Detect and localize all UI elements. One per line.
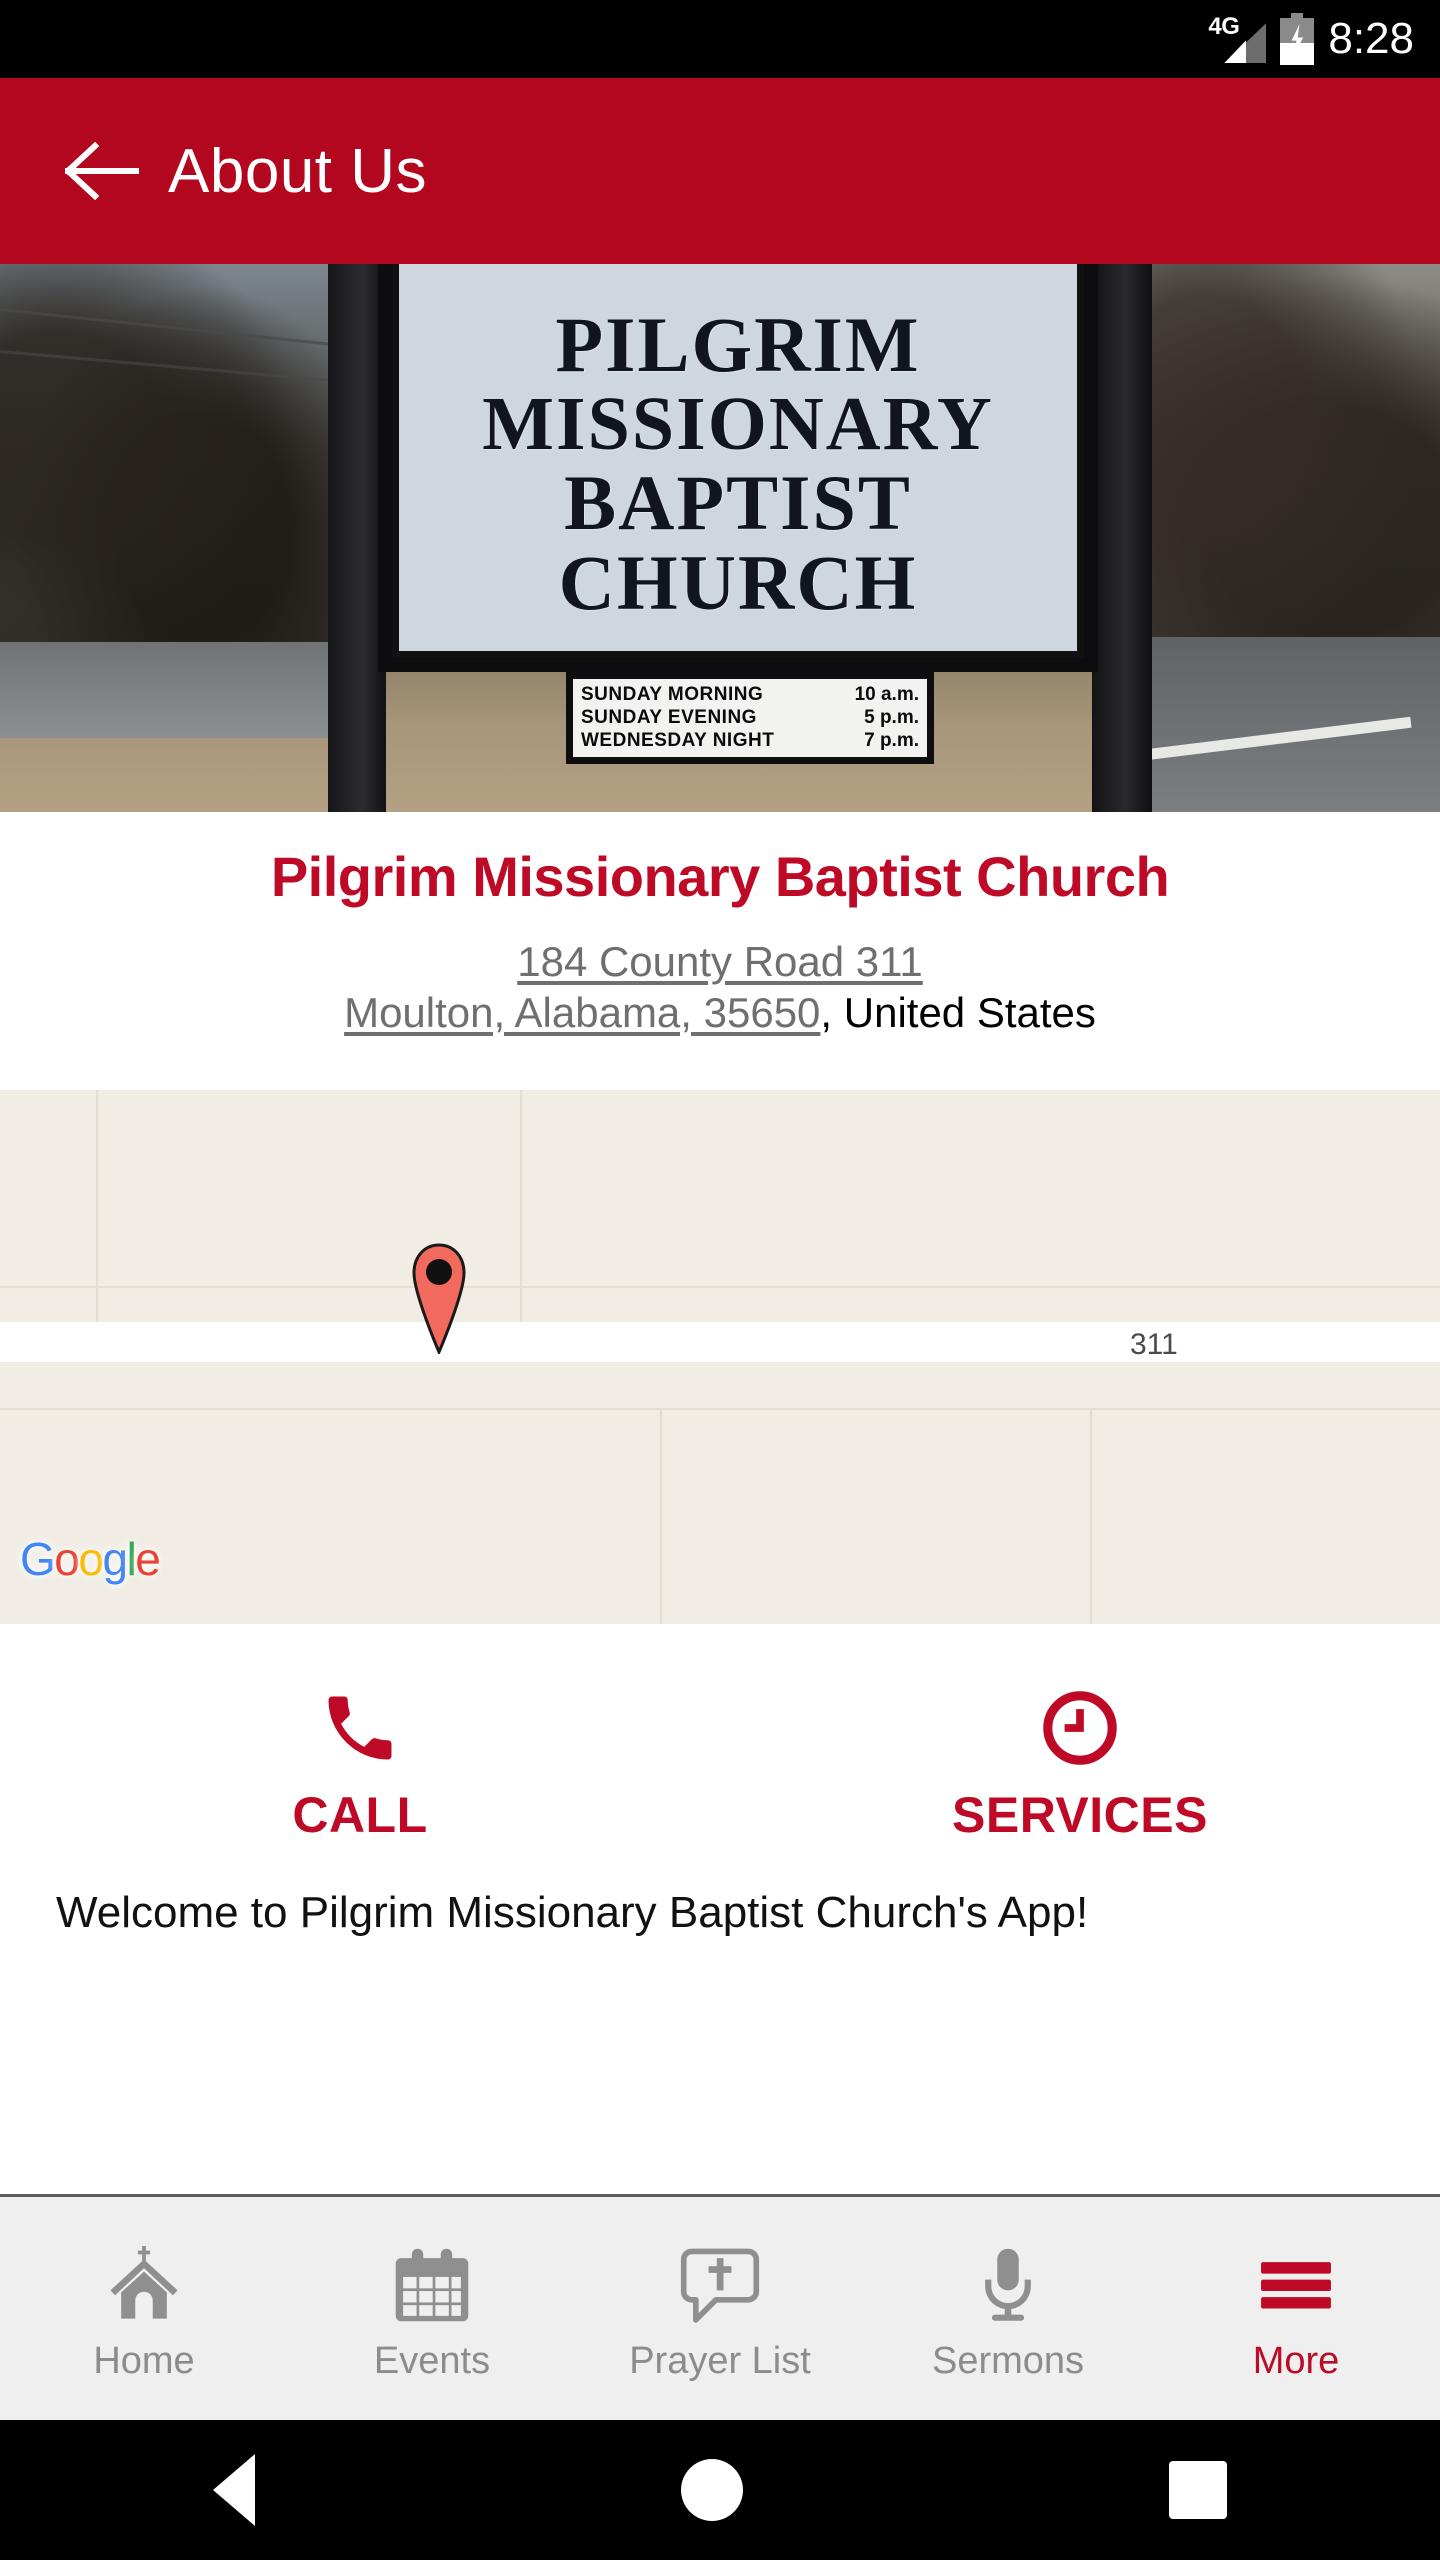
- service-time-label: SUNDAY MORNING: [581, 684, 764, 705]
- service-time-value: 5 p.m.: [864, 707, 919, 728]
- tab-events-label: Events: [373, 2340, 491, 2382]
- welcome-message: Welcome to Pilgrim Missionary Baptist Ch…: [56, 1888, 1089, 1937]
- tab-home[interactable]: Home: [0, 2197, 288, 2420]
- calendar-icon: [395, 2248, 469, 2322]
- map-road: [0, 1322, 1440, 1362]
- tab-more[interactable]: More: [1152, 2197, 1440, 2420]
- sign-board: PILGRIM MISSIONARY BAPTIST CHURCH: [378, 264, 1098, 672]
- google-logo: Google: [20, 1533, 161, 1585]
- battery-charging-icon: [1280, 13, 1315, 65]
- address-city-state-zip-link[interactable]: Moulton, Alabama, 35650: [344, 989, 820, 1036]
- arrow-left-icon: [65, 141, 139, 201]
- android-back-button[interactable]: [213, 2454, 255, 2526]
- clock-icon: [1043, 1691, 1117, 1765]
- action-buttons-row: CALL SERVICES: [0, 1624, 1440, 1884]
- signal-bars-fill: [1224, 40, 1247, 63]
- signal-strength-icon: 4G: [1208, 13, 1267, 65]
- tab-sermons[interactable]: Sermons: [864, 2197, 1152, 2420]
- tab-prayer-list-label: Prayer List: [629, 2340, 811, 2382]
- tab-sermons-label: Sermons: [931, 2340, 1085, 2382]
- address-street-link[interactable]: 184 County Road 311: [517, 938, 923, 985]
- prayer-bubble-icon: [680, 2248, 760, 2323]
- status-bar-clock: 8:28: [1328, 14, 1414, 63]
- address-country: , United States: [820, 988, 1096, 1036]
- page-title: About Us: [168, 136, 428, 206]
- android-home-button[interactable]: [681, 2459, 743, 2521]
- church-address: 184 County Road 311 Moulton, Alabama, 35…: [0, 936, 1440, 1038]
- services-button[interactable]: SERVICES: [720, 1624, 1440, 1884]
- church-icon: [110, 2246, 178, 2319]
- sign-text-line-4: CHURCH: [558, 539, 918, 626]
- service-time-row: SUNDAY EVENING 5 p.m.: [581, 707, 919, 729]
- service-times-face: SUNDAY MORNING 10 a.m. SUNDAY EVENING 5 …: [570, 676, 930, 760]
- app-screen: 4G 8:28 About Us PILGRIM MISSIONARY BAPT…: [0, 0, 1440, 2560]
- phone-icon: [328, 1696, 392, 1760]
- microphone-icon: [985, 2248, 1031, 2321]
- sign-board-face: PILGRIM MISSIONARY BAPTIST CHURCH: [392, 264, 1084, 658]
- bottom-tab-bar: Home Events Prayer List Sermons More: [0, 2194, 1440, 2420]
- sign-post-right: [1092, 264, 1152, 812]
- service-time-row: SUNDAY MORNING 10 a.m.: [581, 684, 919, 706]
- map-road-label: 311: [1130, 1328, 1178, 1361]
- service-time-label: WEDNESDAY NIGHT: [581, 730, 775, 751]
- church-info-block: Pilgrim Missionary Baptist Church 184 Co…: [0, 812, 1440, 1090]
- call-button-label: CALL: [292, 1787, 428, 1843]
- address-line-1-wrap: 184 County Road 311: [0, 936, 1440, 987]
- status-bar: 4G 8:28: [0, 0, 1440, 78]
- service-time-row: WEDNESDAY NIGHT 7 p.m.: [581, 730, 919, 752]
- address-line-2-wrap: Moulton, Alabama, 35650, United States: [0, 987, 1440, 1038]
- photo-trees-left: [0, 264, 330, 694]
- location-map[interactable]: 311 Google: [0, 1090, 1440, 1624]
- map-parcel-line: [0, 1408, 1440, 1410]
- android-recents-button[interactable]: [1169, 2461, 1227, 2519]
- tab-more-label: More: [1252, 2340, 1340, 2382]
- map-parcel-line: [0, 1286, 1440, 1288]
- call-button[interactable]: CALL: [0, 1624, 720, 1884]
- map-parcel-line: [1090, 1408, 1092, 1624]
- services-button-label: SERVICES: [952, 1787, 1208, 1843]
- hamburger-menu-icon: [1261, 2262, 1331, 2309]
- sign-text-line-3: BAPTIST: [564, 459, 912, 546]
- church-name: Pilgrim Missionary Baptist Church: [270, 845, 1170, 908]
- service-time-value: 7 p.m.: [864, 730, 919, 751]
- map-parcel-line: [660, 1408, 662, 1624]
- back-button[interactable]: [42, 111, 162, 231]
- service-times-sign: SUNDAY MORNING 10 a.m. SUNDAY EVENING 5 …: [566, 672, 934, 764]
- church-sign-photo: PILGRIM MISSIONARY BAPTIST CHURCH SUNDAY…: [0, 264, 1440, 812]
- app-bar: About Us: [0, 78, 1440, 264]
- sign-text-line-2: MISSIONARY: [482, 382, 994, 466]
- android-navigation-bar: [0, 2420, 1440, 2560]
- tab-prayer-list[interactable]: Prayer List: [576, 2197, 864, 2420]
- map-pin-icon[interactable]: [406, 1242, 472, 1356]
- tab-events[interactable]: Events: [288, 2197, 576, 2420]
- tab-home-label: Home: [93, 2340, 195, 2382]
- service-time-value: 10 a.m.: [854, 684, 919, 705]
- sign-text-line-1: PILGRIM: [555, 301, 921, 388]
- network-type-label: 4G: [1208, 13, 1240, 40]
- service-time-label: SUNDAY EVENING: [581, 707, 757, 728]
- photo-road-left: [0, 642, 360, 738]
